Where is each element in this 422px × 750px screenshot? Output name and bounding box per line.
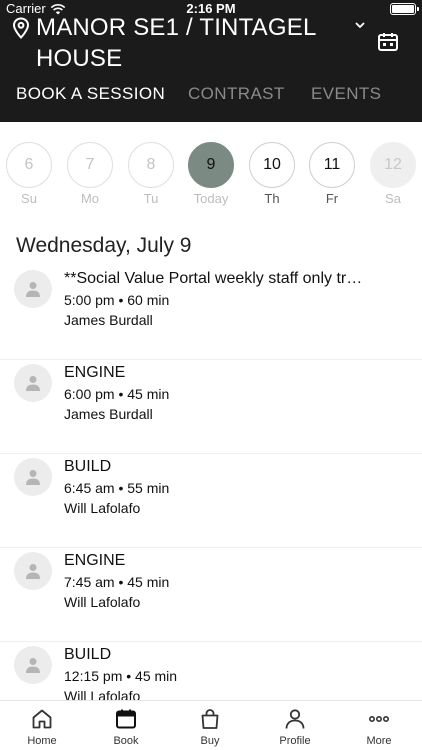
nav-profile[interactable]: Profile [265,707,325,747]
nav-book[interactable]: Book [96,707,156,747]
location-selector[interactable]: MANOR SE1 / TINTAGEL HOUSE [12,12,346,74]
person-icon [26,376,40,391]
header: Carrier 2:16 PM MANOR SE1 / TINTAGEL HOU… [0,0,422,122]
location-pin-icon [12,17,30,39]
date-number: 7 [67,142,113,188]
session-title: BUILD [64,458,112,475]
date-strip: 6 Su 7 Mo 8 Tu 9 Today 10 Th 11 Fr 12 Sa [0,122,422,210]
nav-home-label: Home [27,735,57,747]
tab-bar: BOOK A SESSION CONTRAST EVENTS [0,84,422,108]
bottom-nav: Home Book Buy Profile More [0,700,422,750]
nav-more[interactable]: More [349,707,409,747]
session-time: 5:00 pm • 60 min [64,292,170,308]
date-item-8[interactable]: 8 Tu [127,142,175,206]
session-title: **Social Value Portal weekly staff only … [64,270,363,287]
bag-icon [201,709,219,729]
date-number: 12 [370,142,416,188]
session-title: ENGINE [64,552,126,569]
avatar [14,270,52,308]
avatar [14,364,52,402]
date-item-10[interactable]: 10 Th [248,142,296,206]
session-instructor: James Burdall [64,312,153,328]
avatar [14,552,52,590]
battery-icon [390,3,419,15]
date-label: Tu [143,191,159,206]
date-heading: Wednesday, July 9 [16,234,192,257]
more-icon [368,716,389,723]
session-item[interactable]: ENGINE 7:45 am • 45 min Will Lafolafo [0,548,422,642]
date-label: Fr [325,191,339,206]
date-number: 8 [128,142,174,188]
person-icon [26,282,40,297]
session-title: ENGINE [64,364,126,381]
date-label: Today [193,191,229,206]
date-item-7[interactable]: 7 Mo [66,142,114,206]
session-instructor: James Burdall [64,406,153,422]
tab-book-a-session[interactable]: BOOK A SESSION [16,84,165,104]
avatar [14,458,52,496]
nav-buy-label: Buy [200,735,220,747]
session-item[interactable]: ENGINE 6:00 pm • 45 min James Burdall [0,360,422,454]
session-time: 6:45 am • 55 min [64,480,170,496]
nav-book-label: Book [113,735,139,747]
person-icon [26,470,40,485]
nav-profile-label: Profile [279,735,311,747]
date-number: 9 [188,142,234,188]
date-number: 10 [249,142,295,188]
date-label: Sa [385,191,401,206]
date-label: Mo [80,191,100,206]
date-item-12: 12 Sa [369,142,417,206]
person-icon [285,709,305,729]
date-item-6[interactable]: 6 Su [5,142,53,206]
session-item[interactable]: BUILD 6:45 am • 55 min Will Lafolafo [0,454,422,548]
location-title: MANOR SE1 / TINTAGEL HOUSE [36,14,316,72]
nav-home[interactable]: Home [12,707,72,747]
session-title: BUILD [64,646,112,663]
nav-buy[interactable]: Buy [180,707,240,747]
session-time: 6:00 pm • 45 min [64,386,170,402]
person-icon [26,658,40,673]
date-number: 6 [6,142,52,188]
date-item-today[interactable]: 9 Today [187,142,235,206]
chevron-down-icon[interactable] [354,20,366,30]
calendar-icon [116,709,136,729]
session-time: 12:15 pm • 45 min [64,668,178,684]
avatar [14,646,52,684]
nav-more-label: More [366,735,392,747]
session-instructor: Will Lafolafo [64,594,141,610]
date-number: 11 [309,142,355,188]
calendar-icon[interactable] [376,30,400,54]
session-item[interactable]: BUILD 12:15 pm • 45 min Will Lafolafo [0,642,422,704]
person-icon [26,564,40,579]
tab-contrast[interactable]: CONTRAST [188,84,285,104]
session-time: 7:45 am • 45 min [64,574,170,590]
session-instructor: Will Lafolafo [64,500,141,516]
tab-events[interactable]: EVENTS [311,84,381,104]
date-label: Su [21,191,37,206]
session-item[interactable]: **Social Value Portal weekly staff only … [0,266,422,360]
date-label: Th [264,191,280,206]
date-item-11[interactable]: 11 Fr [308,142,356,206]
home-icon [32,709,52,729]
